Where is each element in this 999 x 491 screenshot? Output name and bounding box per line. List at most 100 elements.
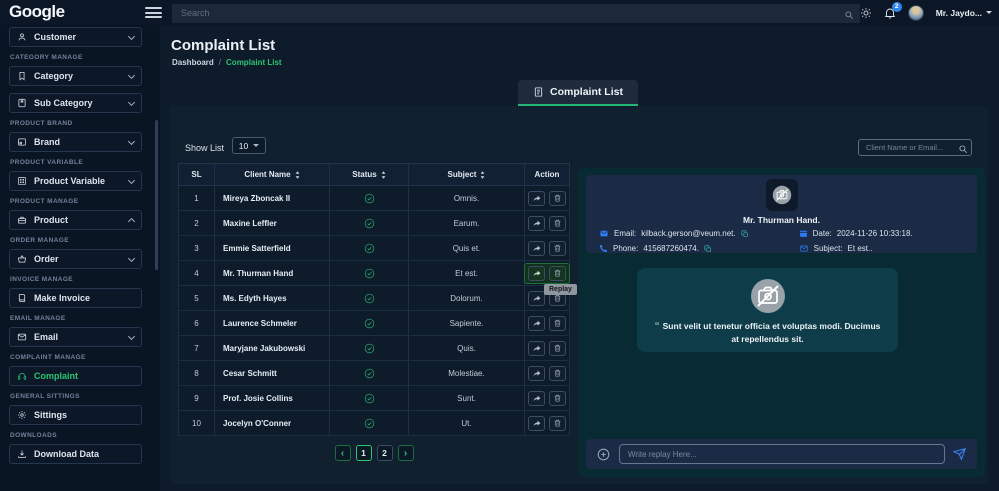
row-sl: 5 <box>194 293 199 303</box>
topbar-search-input[interactable] <box>172 3 860 23</box>
copy-icon[interactable] <box>741 230 749 238</box>
delete-button[interactable] <box>549 240 566 256</box>
column-header-status[interactable]: Status <box>329 164 408 185</box>
reply-arrow-icon <box>533 320 540 326</box>
reply-button[interactable] <box>528 415 545 431</box>
check-circle-icon <box>364 293 374 303</box>
table-row-selected[interactable]: 4 Mr. Thurman Hand Et est. <box>178 261 570 286</box>
row-client-name: Emmie Satterfield <box>214 236 329 260</box>
bookmark-icon <box>19 72 25 81</box>
table-row[interactable]: 1 Mireya Zboncak II Omnis. <box>178 186 570 211</box>
pagination-page-2[interactable]: 2 <box>376 445 393 461</box>
page-size-select[interactable]: 10 <box>232 137 266 154</box>
reply-arrow-icon <box>533 220 540 226</box>
notifications-bell-icon[interactable]: 2 <box>884 1 902 19</box>
sidebar-item-product[interactable]: Product <box>9 210 142 230</box>
phone-icon <box>599 245 607 253</box>
sort-icon <box>481 170 485 179</box>
variable-grid-icon <box>18 177 26 185</box>
delete-button[interactable] <box>549 390 566 406</box>
headset-icon <box>17 373 27 380</box>
sidebar-item-order[interactable]: Order <box>9 249 142 269</box>
table-row[interactable]: 5 Ms. Edyth Hayes Dolorum. <box>178 286 570 311</box>
column-header-client-name[interactable]: Client Name <box>214 164 329 185</box>
pagination-page-1[interactable]: 1 <box>355 445 372 461</box>
breadcrumb-dashboard[interactable]: Dashboard <box>172 58 214 67</box>
table-row[interactable]: 10 Jocelyn O'Conner Ut. <box>178 411 570 436</box>
reply-button[interactable] <box>528 290 545 306</box>
table-row[interactable]: 2 Maxine Leffler Earum. <box>178 211 570 236</box>
pagination-prev-button[interactable]: ‹ <box>334 445 351 461</box>
trash-icon <box>554 419 561 427</box>
client-name: Mr. Thurman Hand. <box>743 215 820 225</box>
delete-button[interactable] <box>549 315 566 331</box>
hamburger-menu-icon[interactable] <box>145 7 162 21</box>
row-subject: Earum. <box>408 211 524 235</box>
table-search-input[interactable] <box>858 139 972 156</box>
brand-icon <box>18 138 26 146</box>
sidebar-item-download-data[interactable]: Download Data <box>9 444 142 464</box>
table-row[interactable]: 6 Laurence Schmeler Sapiente. <box>178 311 570 336</box>
row-subject: Sunt. <box>408 386 524 410</box>
delete-button[interactable] <box>549 415 566 431</box>
row-subject: Molestiae. <box>408 361 524 385</box>
table-row[interactable]: 9 Prof. Josie Collins Sunt. <box>178 386 570 411</box>
row-sl: 6 <box>194 318 199 328</box>
search-icon[interactable] <box>844 7 854 25</box>
row-status <box>329 286 408 310</box>
user-menu[interactable]: Mr. Jaydo... <box>936 8 992 18</box>
reply-button[interactable] <box>528 390 545 406</box>
pagination-next-button[interactable]: › <box>397 445 414 461</box>
user-avatar[interactable] <box>907 4 924 21</box>
delete-button[interactable] <box>549 265 566 281</box>
check-circle-icon <box>364 418 374 428</box>
pagination: ‹ 1 2 › <box>178 445 570 461</box>
reply-button[interactable] <box>528 365 545 381</box>
delete-button[interactable] <box>549 190 566 206</box>
row-status <box>329 186 408 210</box>
table-header-row: SL Client Name Status Subject Action <box>178 163 570 186</box>
sidebar-item-make-invoice[interactable]: Make Invoice <box>9 288 142 308</box>
delete-button[interactable] <box>549 365 566 381</box>
search-icon[interactable] <box>958 141 968 159</box>
reply-input[interactable] <box>619 444 945 464</box>
delete-button[interactable] <box>549 215 566 231</box>
theme-sun-icon[interactable] <box>860 7 872 19</box>
table-row[interactable]: 8 Cesar Schmitt Molestiae. <box>178 361 570 386</box>
row-subject: Ut. <box>408 411 524 435</box>
reply-button[interactable] <box>528 340 545 356</box>
tab-complaint-list[interactable]: Complaint List <box>518 80 638 106</box>
client-info-card: Mr. Thurman Hand. Email: kilback.gerson@… <box>586 175 977 253</box>
sidebar-scrollbar[interactable] <box>155 120 158 270</box>
sidebar-item-complaint[interactable]: Complaint <box>9 366 142 386</box>
sidebar-item-sub-category[interactable]: Sub Category <box>9 93 142 113</box>
reply-button[interactable] <box>528 190 545 206</box>
table-row[interactable]: 7 Maryjane Jakubowski Quis. <box>178 336 570 361</box>
page-title: Complaint List <box>171 37 276 54</box>
check-circle-icon <box>364 343 374 353</box>
reply-button[interactable] <box>528 240 545 256</box>
reply-arrow-icon <box>533 195 540 201</box>
sidebar-item-email[interactable]: Email <box>9 327 142 347</box>
complaint-panel: Show List 10 SL Client Name <box>170 106 988 484</box>
reply-button[interactable] <box>528 215 545 231</box>
sidebar-item-sittings[interactable]: Sittings <box>9 405 142 425</box>
complaint-table: SL Client Name Status Subject Action 1 M… <box>178 163 570 461</box>
reply-button[interactable] <box>528 315 545 331</box>
sidebar-item-category[interactable]: Category <box>9 66 142 86</box>
copy-icon[interactable] <box>704 245 712 253</box>
delete-button[interactable] <box>549 340 566 356</box>
sidebar-section-order-manage: ORDER MANAGE <box>10 237 69 244</box>
sidebar-item-customer[interactable]: Customer <box>9 27 142 47</box>
sidebar-item-brand[interactable]: Brand <box>9 132 142 152</box>
row-status <box>329 336 408 360</box>
table-row[interactable]: 3 Emmie Satterfield Quis et. <box>178 236 570 261</box>
reply-bar <box>586 439 977 469</box>
column-header-subject[interactable]: Subject <box>408 164 524 185</box>
attach-plus-icon[interactable] <box>596 447 611 462</box>
basket-icon <box>18 254 26 263</box>
reply-button[interactable] <box>528 265 545 281</box>
check-circle-icon <box>364 243 374 253</box>
sidebar-item-product-variable[interactable]: Product Variable <box>9 171 142 191</box>
send-button[interactable] <box>953 447 967 461</box>
